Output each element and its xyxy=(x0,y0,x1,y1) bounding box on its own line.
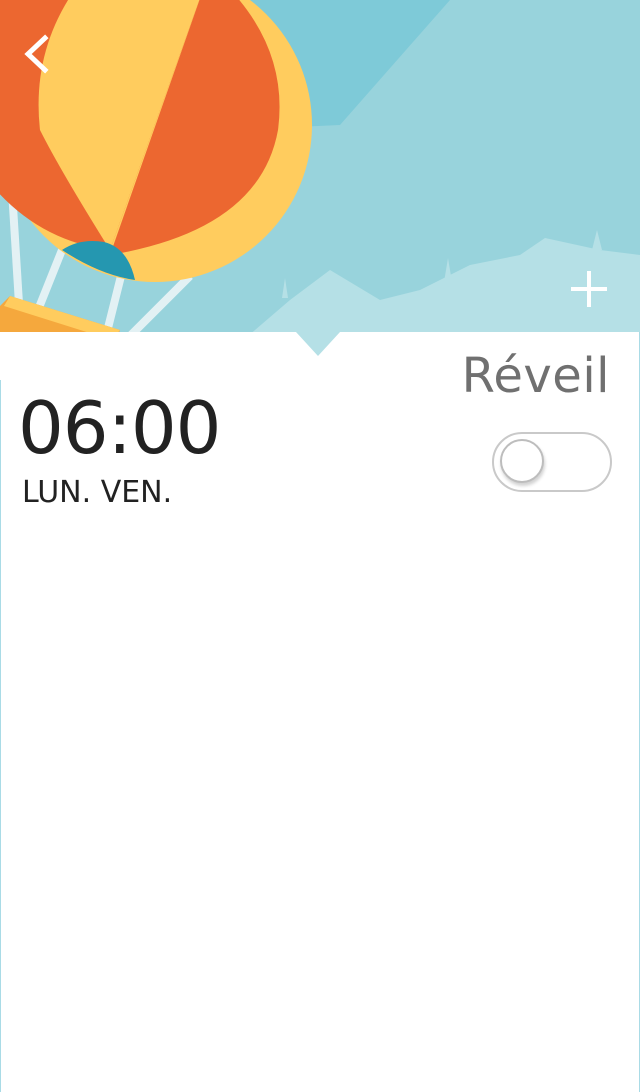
alarm-screen: Réveil 06:00 LUN. VEN. xyxy=(0,0,640,1092)
plus-icon xyxy=(571,271,607,307)
chevron-left-icon xyxy=(24,34,49,74)
panel-left-edge xyxy=(0,380,1,1092)
alarm-enable-toggle[interactable] xyxy=(492,432,612,492)
alarm-list-item[interactable]: 06:00 LUN. VEN. xyxy=(0,380,640,530)
back-button[interactable] xyxy=(14,28,64,80)
alarm-time: 06:00 xyxy=(18,386,221,470)
hot-air-balloon-header-illustration xyxy=(0,0,640,360)
alarm-repeat-days: LUN. VEN. xyxy=(22,475,173,510)
add-alarm-button[interactable] xyxy=(562,262,616,316)
toggle-knob xyxy=(500,439,544,483)
